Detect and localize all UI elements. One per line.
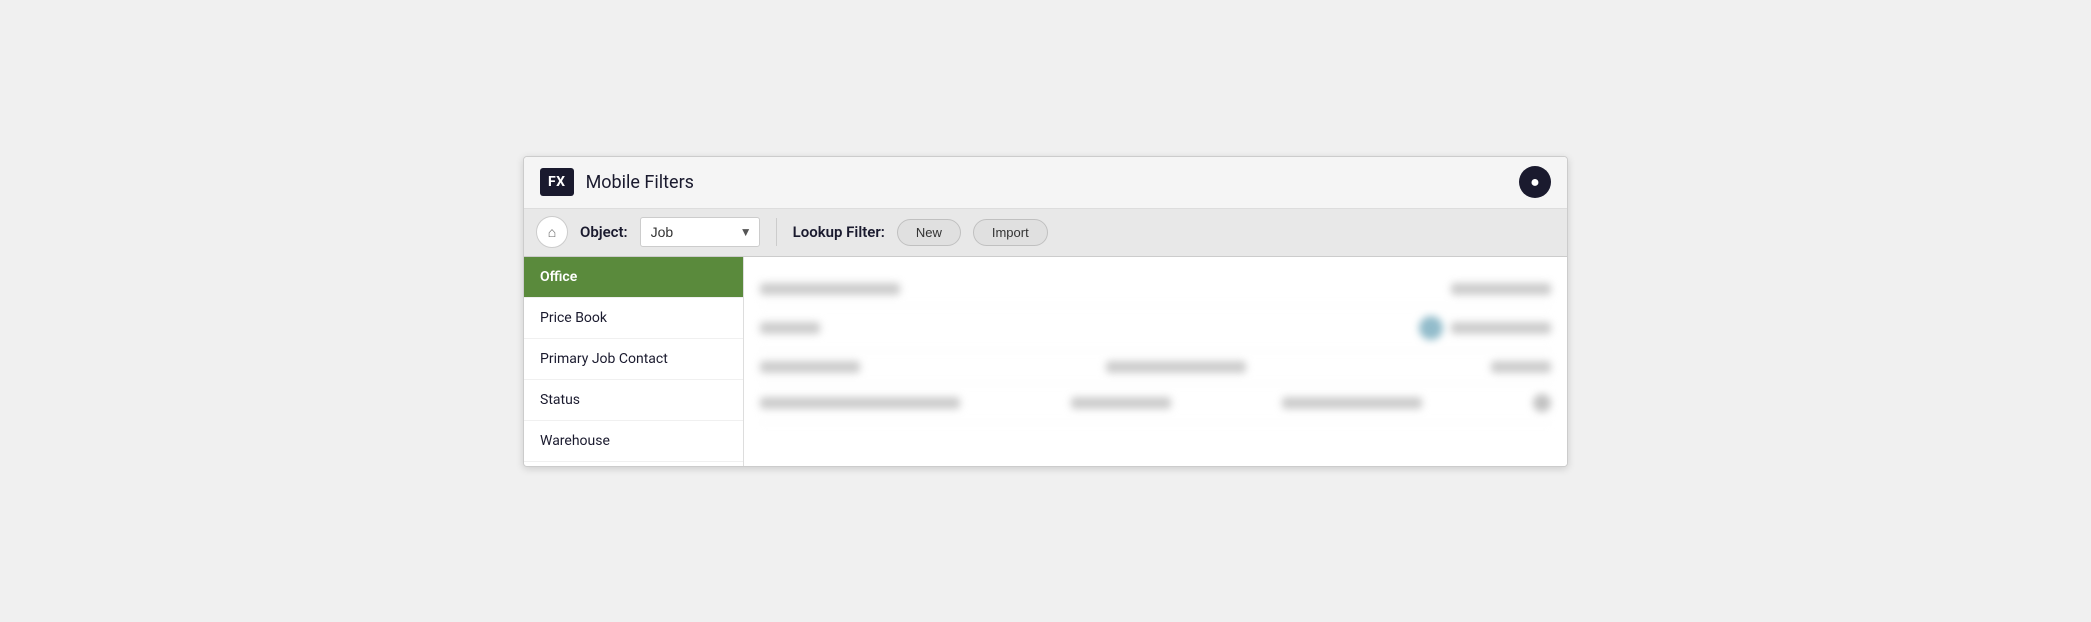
table-row [760,306,1551,351]
blurred-circle [1419,316,1443,340]
main-content: Office Price Book Primary Job Contact St… [524,257,1567,466]
sidebar-item-office[interactable]: Office [524,257,743,298]
toolbar: ⌂ Object: Job Contact Account Opportunit… [524,209,1567,257]
sidebar-item-label: Office [540,269,577,285]
sidebar-item-label: Status [540,392,580,408]
blurred-dot-cell [1419,316,1551,340]
home-button[interactable]: ⌂ [536,216,568,248]
table-row [760,384,1551,423]
sidebar-item-warehouse[interactable]: Warehouse [524,421,743,462]
blurred-cell [1106,361,1246,373]
import-button[interactable]: Import [973,219,1048,246]
user-avatar[interactable]: ● [1519,166,1551,198]
blurred-cell [760,361,860,373]
sidebar-item-primary-job-contact[interactable]: Primary Job Contact [524,339,743,380]
blurred-cell [1071,397,1171,409]
blurred-cell [1282,397,1422,409]
sidebar-item-label: Warehouse [540,433,610,449]
top-bar: FX Mobile Filters ● [524,157,1567,209]
object-label: Object: [580,223,628,241]
sidebar-item-status[interactable]: Status [524,380,743,421]
user-icon: ● [1530,172,1540,192]
table-row [760,351,1551,384]
toolbar-divider [776,218,777,246]
sidebar-item-price-book[interactable]: Price Book [524,298,743,339]
object-select[interactable]: Job Contact Account Opportunity [640,217,760,247]
lookup-filter-label: Lookup Filter: [793,223,885,241]
blurred-cell [1451,322,1551,334]
blurred-cell [760,283,900,295]
app-title: Mobile Filters [586,172,694,193]
sidebar-item-label: Primary Job Contact [540,351,668,367]
app-logo: FX [540,168,574,196]
table-row [760,273,1551,306]
home-icon: ⌂ [548,224,556,241]
sidebar: Office Price Book Primary Job Contact St… [524,257,744,466]
sidebar-item-label: Price Book [540,310,607,326]
blurred-circle [1533,394,1551,412]
top-bar-left: FX Mobile Filters [540,168,694,196]
content-area [744,257,1567,466]
new-button[interactable]: New [897,219,961,246]
blurred-cell [1451,283,1551,295]
sidebar-item-quote[interactable]: Quote [524,462,743,466]
blurred-cell [1491,361,1551,373]
blurred-cell [760,397,960,409]
content-blurred [744,265,1567,458]
blurred-cell [760,322,820,334]
app-window: FX Mobile Filters ● ⌂ Object: Job Contac… [523,156,1568,467]
object-select-wrapper: Job Contact Account Opportunity ▼ [640,217,760,247]
